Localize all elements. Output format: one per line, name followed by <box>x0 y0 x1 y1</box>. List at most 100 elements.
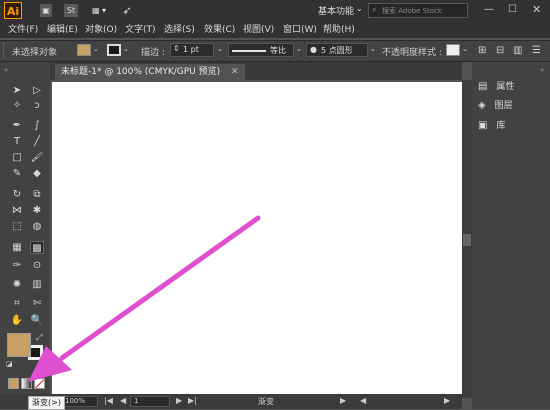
menu-object[interactable]: 对象(O) <box>85 22 117 38</box>
pen-tool-icon[interactable]: ✒ <box>10 119 24 132</box>
stock-search-input[interactable]: ⌕ 搜索 Adobe Stock <box>368 3 468 18</box>
stroke-profile-select[interactable]: 等比 <box>228 43 294 57</box>
free-transform-tool-icon[interactable]: ⬚ <box>10 220 24 233</box>
stock-icon[interactable]: St <box>64 4 78 17</box>
eyedropper-tool-icon[interactable]: ✑ <box>10 259 24 272</box>
collapse-icon[interactable]: » <box>4 66 8 74</box>
color-mode-button[interactable] <box>8 378 19 389</box>
width-tool-icon[interactable]: ⋈ <box>10 204 24 217</box>
gradient-mode-button[interactable] <box>21 378 32 389</box>
scrollbar-thumb[interactable] <box>463 234 471 246</box>
previous-artboard-button[interactable]: ◀ <box>120 396 126 405</box>
blend-tool-icon[interactable]: ⊙ <box>30 259 44 272</box>
shaper-tool-icon[interactable]: ✎ <box>10 167 24 180</box>
arrange-documents-icon[interactable]: ▦ ▾ <box>88 4 110 17</box>
lasso-tool-icon[interactable]: ↄ <box>30 99 44 112</box>
zoom-field[interactable]: 100% <box>62 396 98 407</box>
control-bar-grip <box>3 43 6 57</box>
curvature-tool-icon[interactable]: ∫ <box>30 119 44 132</box>
chevron-down-icon[interactable]: ⌄ <box>217 45 223 53</box>
default-colors-icon[interactable]: ◪ <box>6 360 13 368</box>
none-mode-button[interactable] <box>34 378 45 389</box>
workspace-switcher[interactable]: 基本功能 <box>318 4 354 17</box>
stroke-weight-field[interactable]: ⇕ 1 pt <box>170 43 214 57</box>
current-tool-status: 渐变 <box>258 397 274 406</box>
selection-tool-icon[interactable]: ➤ <box>10 84 24 97</box>
menu-window[interactable]: 窗口(W) <box>283 22 317 38</box>
stroke-profile-line <box>232 50 266 52</box>
isolate-icon[interactable]: ▥ <box>513 45 522 56</box>
layers-icon: ◈ <box>478 100 486 111</box>
stroke-weight-value: 1 pt <box>183 45 199 54</box>
menu-edit[interactable]: 编辑(E) <box>47 22 78 38</box>
gradient-tool-icon[interactable]: ▩ <box>30 241 44 254</box>
slice-tool-icon[interactable]: ✄ <box>30 297 44 310</box>
stroke-label[interactable]: 描边 : <box>141 45 165 58</box>
chevron-down-icon[interactable]: ⌄ <box>356 4 363 13</box>
first-artboard-button[interactable]: |◀ <box>104 396 113 405</box>
fill-swatch[interactable] <box>77 44 91 56</box>
libraries-panel-tab[interactable]: ▣ 库 <box>478 118 505 134</box>
chevron-down-icon[interactable]: ⌄ <box>462 45 468 53</box>
layers-panel-tab[interactable]: ◈ 图层 <box>478 98 513 114</box>
fill-color-box[interactable] <box>7 333 31 357</box>
app-logo: Ai <box>4 2 22 19</box>
chevron-down-icon[interactable]: ⌄ <box>93 45 99 53</box>
next-artboard-button[interactable]: ▶ <box>176 396 182 405</box>
mesh-tool-icon[interactable]: ▦ <box>10 241 24 254</box>
symbol-sprayer-tool-icon[interactable]: ✺ <box>10 278 24 291</box>
brush-select[interactable]: ● 5 点圆形 <box>306 43 368 57</box>
close-button[interactable]: ✕ <box>532 3 541 16</box>
chevron-down-icon[interactable]: ⌄ <box>296 45 302 53</box>
eraser-tool-icon[interactable]: ◆ <box>30 167 44 180</box>
scale-tool-icon[interactable]: ⧉ <box>30 188 44 201</box>
none-slash <box>35 379 44 388</box>
paintbrush-tool-icon[interactable]: 🖌 <box>30 151 44 164</box>
menu-view[interactable]: 视图(V) <box>243 22 274 38</box>
document-tab[interactable]: 未标题-1* @ 100% (CMYK/GPU 预览) ✕ <box>55 64 245 80</box>
menu-type[interactable]: 文字(T) <box>125 22 156 38</box>
rotate-tool-icon[interactable]: ↻ <box>10 188 24 201</box>
artboard-number-field[interactable]: 1 <box>130 396 170 407</box>
chevron-down-icon[interactable]: ⌄ <box>370 45 376 53</box>
magic-wand-tool-icon[interactable]: ✧ <box>10 99 24 112</box>
column-graph-tool-icon[interactable]: ▥ <box>30 278 44 291</box>
bridge-icon[interactable]: ▣ <box>40 4 52 17</box>
libraries-icon: ▣ <box>478 120 488 131</box>
hand-tool-icon[interactable]: ✋ <box>10 314 24 327</box>
scroll-left-button[interactable]: ◀ <box>360 396 366 405</box>
last-artboard-button[interactable]: ▶| <box>188 396 197 405</box>
opacity-label[interactable]: 不透明度 <box>382 45 418 58</box>
graphic-style-swatch[interactable] <box>446 44 460 56</box>
shape-builder-tool-icon[interactable]: ◍ <box>30 220 44 233</box>
menu-select[interactable]: 选择(S) <box>164 22 195 38</box>
direct-selection-tool-icon[interactable]: ▷ <box>30 84 44 97</box>
scroll-right-button[interactable]: ▶ <box>444 396 450 405</box>
maximize-button[interactable]: ☐ <box>508 4 517 15</box>
menu-effect[interactable]: 效果(C) <box>204 22 235 38</box>
swap-colors-icon[interactable]: ⤢ <box>36 333 42 343</box>
stroke-swatch[interactable] <box>107 44 121 56</box>
transform-icon[interactable]: ⊟ <box>496 45 504 56</box>
status-menu-arrow[interactable]: ▶ <box>340 396 346 405</box>
rectangle-tool-icon[interactable]: □ <box>10 151 24 164</box>
style-label: 样式 : <box>418 48 442 58</box>
panel-menu-icon[interactable]: ☰ <box>532 45 541 56</box>
zoom-tool-icon[interactable]: 🔍 <box>30 314 44 327</box>
expand-panels-icon[interactable]: « <box>540 66 544 74</box>
menu-help[interactable]: 帮助(H) <box>323 22 355 38</box>
line-tool-icon[interactable]: ╱ <box>30 135 44 148</box>
chevron-down-icon[interactable]: ⌄ <box>123 45 129 53</box>
rocket-icon[interactable]: ➶ <box>120 4 134 17</box>
stepper-icon[interactable]: ⇕ <box>173 44 180 53</box>
minimize-button[interactable]: — <box>484 4 494 15</box>
align-icon[interactable]: ⊞ <box>478 45 486 56</box>
stroke-profile-label: 等比 <box>270 46 286 55</box>
close-tab-icon[interactable]: ✕ <box>231 67 239 77</box>
artboard[interactable] <box>52 82 462 394</box>
type-tool-icon[interactable]: T <box>10 135 24 148</box>
menu-file[interactable]: 文件(F) <box>8 22 38 38</box>
puppet-warp-tool-icon[interactable]: ✱ <box>30 204 44 217</box>
properties-panel-tab[interactable]: ▤ 属性 <box>478 79 514 95</box>
artboard-tool-icon[interactable]: ⌗ <box>10 297 24 310</box>
